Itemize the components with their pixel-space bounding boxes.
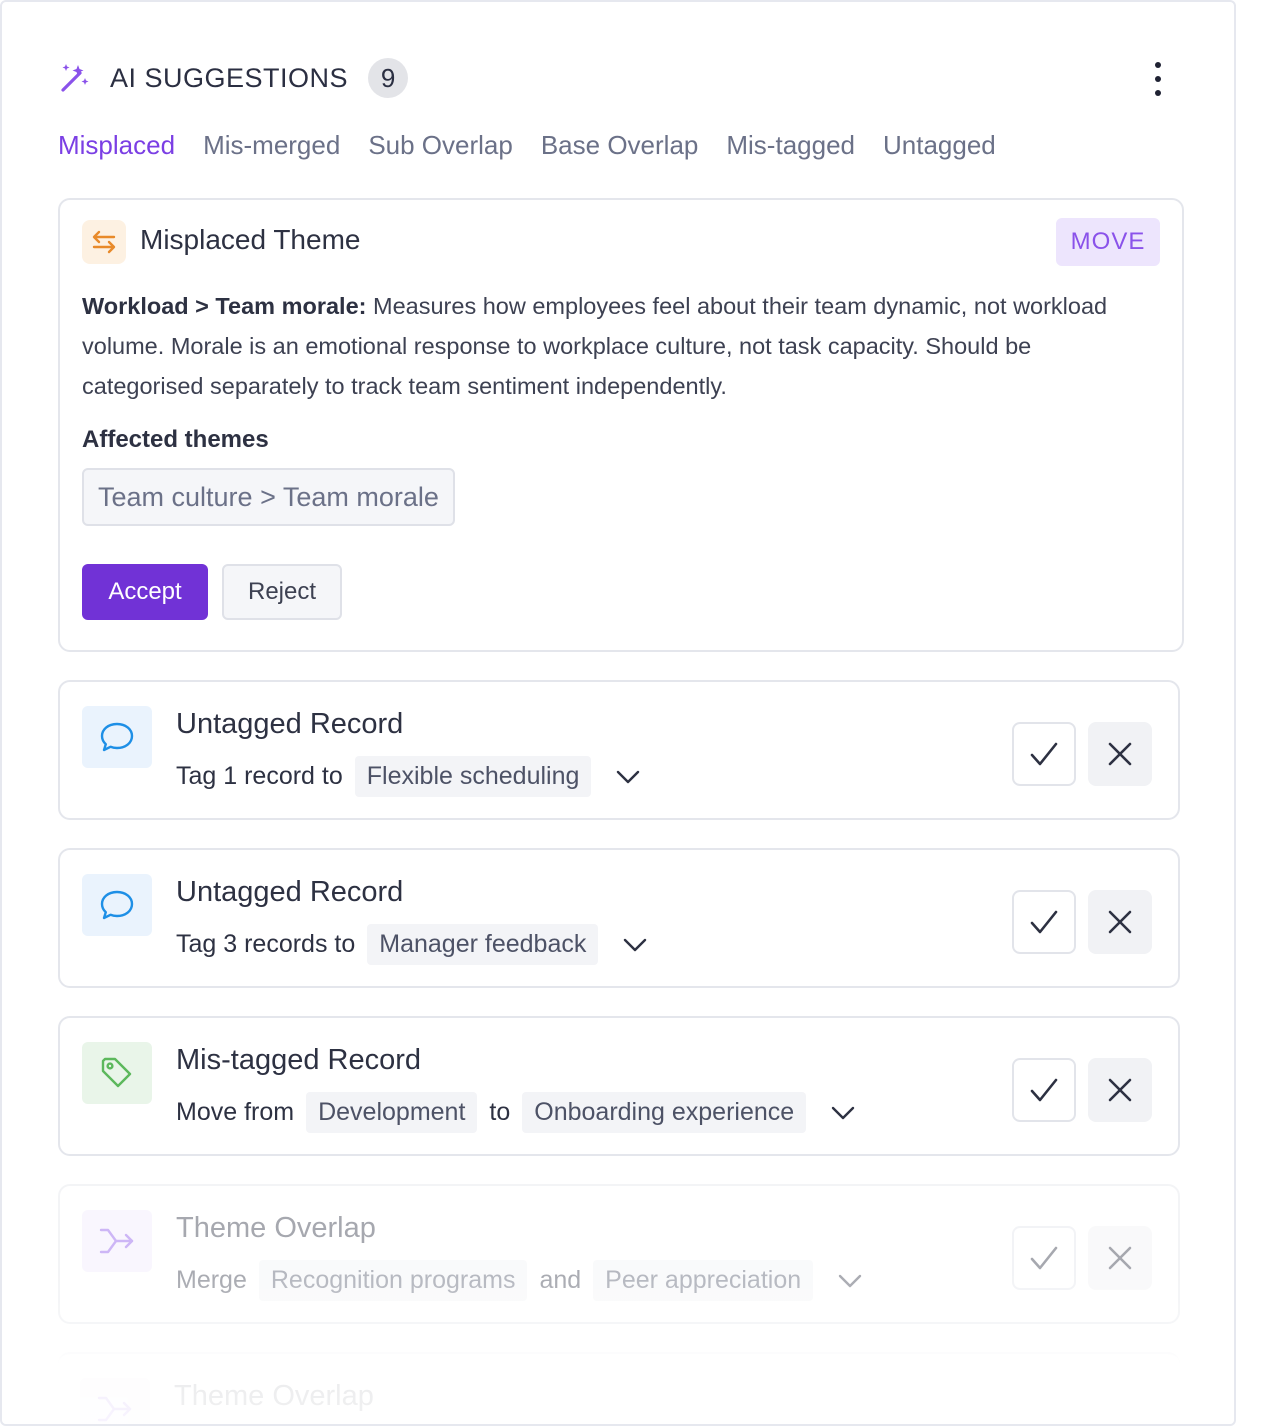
dismiss-button[interactable] [1088, 722, 1152, 786]
suggestion-row: Untagged Record Tag 3 records to Manager… [58, 848, 1180, 988]
row-description: Tag 1 record to Flexible scheduling [176, 756, 643, 797]
card-title: Misplaced Theme [140, 224, 361, 255]
tab-mis-tagged[interactable]: Mis-tagged [726, 130, 855, 161]
dismiss-button[interactable] [1088, 1058, 1152, 1122]
tab-untagged[interactable]: Untagged [883, 130, 996, 161]
row-action-text: Merge [176, 1266, 247, 1294]
row-action-text: Move from [176, 1098, 295, 1126]
row-action-text: Tag 1 record to [176, 762, 343, 790]
row-description: Tag 3 records to Manager feedback [176, 924, 650, 965]
tab-base-overlap[interactable]: Base Overlap [541, 130, 699, 161]
suggestion-row: Theme Overlap [58, 1352, 1180, 1424]
merge-arrow-icon [80, 1378, 150, 1424]
row-joiner-text: to [489, 1098, 511, 1126]
row-joiner-text: and [539, 1266, 582, 1294]
description-theme-path: Workload > Team morale: [82, 293, 367, 319]
row-title: Mis-tagged Record [176, 1044, 421, 1076]
tag-icon [82, 1042, 152, 1104]
tab-mis-merged[interactable]: Mis-merged [203, 130, 340, 161]
panel-title: AI SUGGESTIONS [110, 62, 349, 93]
accept-button[interactable]: Accept [82, 564, 208, 620]
suggestion-tabs: Misplaced Mis-merged Sub Overlap Base Ov… [58, 130, 996, 161]
more-vertical-icon[interactable] [1146, 62, 1170, 96]
suggestion-row: Untagged Record Tag 1 record to Flexible… [58, 680, 1180, 820]
affected-theme-chip: Team culture > Team morale [82, 468, 455, 526]
misplaced-theme-card: Misplaced Theme MOVE Workload > Team mor… [58, 198, 1184, 652]
chevron-down-icon[interactable] [620, 930, 650, 960]
dismiss-button[interactable] [1088, 1226, 1152, 1290]
swap-arrows-icon [82, 220, 126, 264]
approve-button[interactable] [1012, 1226, 1076, 1290]
row-title: Theme Overlap [176, 1212, 376, 1244]
affected-themes-label: Affected themes [82, 426, 269, 453]
target-theme-chip: Onboarding experience [522, 1092, 807, 1133]
row-action-text: Tag 3 records to [176, 930, 356, 958]
row-title: Theme Overlap [174, 1380, 374, 1412]
suggestion-count-badge: 9 [368, 58, 409, 98]
row-title: Untagged Record [176, 876, 404, 908]
suggestion-row: Theme Overlap Merge Recognition programs… [58, 1184, 1180, 1324]
source-theme-chip: Recognition programs [258, 1260, 528, 1301]
target-theme-chip: Manager feedback [367, 924, 599, 965]
approve-button[interactable] [1012, 890, 1076, 954]
tab-sub-overlap[interactable]: Sub Overlap [368, 130, 513, 161]
chat-bubble-icon [82, 706, 152, 768]
suggestion-row: Mis-tagged Record Move from Development … [58, 1016, 1180, 1156]
chevron-down-icon[interactable] [828, 1098, 858, 1128]
suggestion-description: Workload > Team morale: Measures how emp… [82, 286, 1142, 406]
ai-suggestions-panel: AI SUGGESTIONS 9 Misplaced Mis-merged Su… [0, 0, 1236, 1426]
approve-button[interactable] [1012, 1058, 1076, 1122]
reject-button[interactable]: Reject [222, 564, 342, 620]
row-title: Untagged Record [176, 708, 404, 740]
target-theme-chip: Peer appreciation [593, 1260, 814, 1301]
source-theme-chip: Development [306, 1092, 478, 1133]
row-description: Merge Recognition programs and Peer appr… [176, 1260, 865, 1301]
chat-bubble-icon [82, 874, 152, 936]
dismiss-button[interactable] [1088, 890, 1152, 954]
merge-arrow-icon [82, 1210, 152, 1272]
panel-header: AI SUGGESTIONS 9 [58, 54, 1178, 102]
tab-misplaced[interactable]: Misplaced [58, 130, 175, 161]
approve-button[interactable] [1012, 722, 1076, 786]
chevron-down-icon[interactable] [835, 1266, 865, 1296]
chevron-down-icon[interactable] [613, 762, 643, 792]
target-theme-chip: Flexible scheduling [354, 756, 592, 797]
magic-wand-icon [58, 61, 92, 95]
row-description: Move from Development to Onboarding expe… [176, 1092, 858, 1133]
move-badge: MOVE [1056, 218, 1160, 266]
